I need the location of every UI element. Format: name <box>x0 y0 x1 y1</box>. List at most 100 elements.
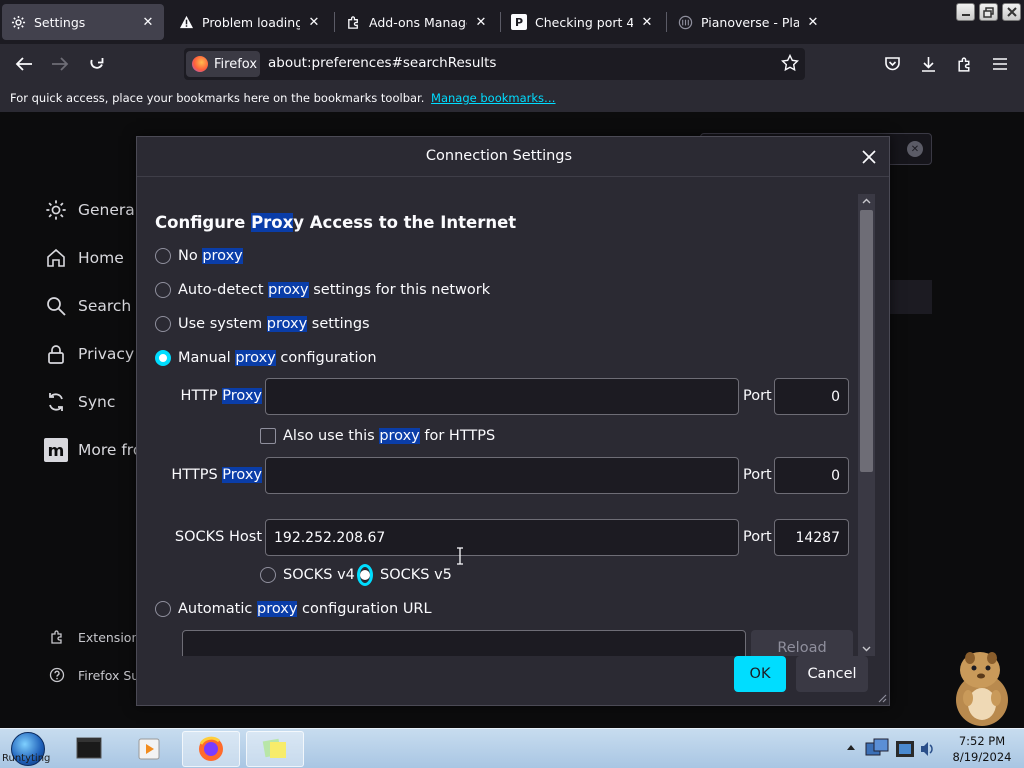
tab-pianoverse[interactable]: Pianoverse - Play pia ✕ <box>669 4 829 40</box>
firefox-icon <box>199 736 223 761</box>
sidebar-footer-firefox-support[interactable]: Firefox Su <box>48 666 139 684</box>
volume-icon[interactable] <box>918 739 936 759</box>
menu-icon[interactable] <box>986 50 1014 78</box>
puzzle-icon <box>345 14 361 30</box>
url-text: about:preferences#searchResults <box>268 55 497 71</box>
system-proxy-option[interactable]: Use system proxy settings <box>155 316 370 332</box>
dialog-title: Connection Settings <box>425 148 573 164</box>
sidebar-item-label: More fro <box>78 441 143 459</box>
scroll-thumb[interactable] <box>860 210 873 472</box>
sidebar-footer-extensions[interactable]: Extension <box>48 628 139 646</box>
dialog-scrollbar[interactable] <box>858 194 875 656</box>
no-proxy-radio[interactable] <box>155 248 171 264</box>
tab-problem-loading[interactable]: Problem loading pag ✕ <box>170 4 330 40</box>
manual-proxy-option[interactable]: Manual proxy configuration <box>155 350 377 366</box>
clear-search-icon[interactable]: ✕ <box>907 141 923 157</box>
manual-proxy-radio[interactable] <box>155 350 171 366</box>
socks-v4-option[interactable]: SOCKS v4 <box>260 567 355 583</box>
close-window-button[interactable] <box>1002 3 1021 21</box>
socks-host-label: SOCKS Host <box>174 529 262 545</box>
auto-detect-option[interactable]: Auto-detect proxy settings for this netw… <box>155 282 490 298</box>
tab-checking-port[interactable]: P Checking port 445 o ✕ <box>503 4 663 40</box>
manage-bookmarks-link[interactable]: Manage bookmarks… <box>431 91 556 105</box>
taskbar-terminal[interactable] <box>60 731 118 767</box>
sidebar-item-sync[interactable]: Sync <box>44 390 115 414</box>
sidebar-item-search[interactable]: Search <box>44 294 131 318</box>
taskbar-media-player[interactable] <box>120 731 178 767</box>
close-icon[interactable]: ✕ <box>140 14 156 30</box>
http-proxy-input[interactable] <box>265 378 739 415</box>
close-icon[interactable]: ✕ <box>805 14 821 30</box>
auto-proxy-url-input[interactable] <box>182 630 746 656</box>
socks-host-input[interactable]: 192.252.208.67 <box>265 519 739 556</box>
socks-v5-radio[interactable] <box>357 564 373 586</box>
navigation-toolbar: Firefox about:preferences#searchResults <box>0 44 1024 84</box>
sticky-notes-icon <box>262 738 286 758</box>
scroll-up-arrow-icon[interactable] <box>858 194 875 208</box>
section-title-text: y Access to the Internet <box>293 213 517 232</box>
sidebar-item-label: Sync <box>78 393 116 411</box>
reload-button[interactable]: Reload <box>751 630 853 656</box>
show-hidden-icons-icon[interactable] <box>846 743 856 751</box>
sidebar-footer-label: Firefox Su <box>78 667 140 683</box>
url-bar[interactable]: Firefox about:preferences#searchResults <box>184 48 805 80</box>
resize-grip-icon[interactable] <box>875 691 887 703</box>
also-https-checkbox[interactable] <box>260 428 276 444</box>
back-button[interactable] <box>10 50 38 78</box>
home-icon <box>44 246 68 270</box>
system-proxy-label: Use system proxy settings <box>178 316 370 332</box>
auto-proxy-url-option[interactable]: Automatic proxy configuration URL <box>155 601 432 617</box>
tab-title: Settings <box>34 14 86 30</box>
sync-icon <box>44 390 68 414</box>
search-highlight: Prox <box>251 213 294 232</box>
connection-settings-dialog: Connection Settings Configure Proxy Acce… <box>136 136 890 706</box>
auto-proxy-url-radio[interactable] <box>155 601 171 617</box>
network-icon[interactable] <box>864 737 890 761</box>
https-proxy-input[interactable] <box>265 457 739 494</box>
close-icon[interactable]: ✕ <box>639 14 655 30</box>
socks-v5-option[interactable]: SOCKS v5 <box>357 564 452 586</box>
section-title-text: Configure <box>155 213 252 232</box>
tab-separator <box>500 12 501 32</box>
close-dialog-button[interactable] <box>857 145 881 169</box>
downloads-icon[interactable] <box>914 50 942 78</box>
also-https-option[interactable]: Also use this proxy for HTTPS <box>260 428 495 444</box>
taskbar-firefox[interactable] <box>182 731 240 767</box>
auto-detect-radio[interactable] <box>155 282 171 298</box>
no-proxy-option[interactable]: No proxy <box>155 248 243 264</box>
forward-button[interactable] <box>46 50 74 78</box>
sidebar-item-more-from-mozilla[interactable]: m More fro <box>44 438 142 462</box>
scroll-down-arrow-icon[interactable] <box>858 642 875 656</box>
taskbar-clock[interactable]: 7:52 PM 8/19/2024 <box>940 733 1024 765</box>
ok-button[interactable]: OK <box>734 656 786 692</box>
tab-separator <box>334 12 335 32</box>
sidebar-item-home[interactable]: Home <box>44 246 124 270</box>
clip-region: Reload <box>137 178 857 656</box>
system-proxy-radio[interactable] <box>155 316 171 332</box>
puzzle-icon <box>48 628 66 646</box>
sidebar-item-general[interactable]: General <box>44 198 139 222</box>
cancel-button[interactable]: Cancel <box>796 656 868 692</box>
identity-box[interactable]: Firefox <box>186 51 260 77</box>
action-center-icon[interactable] <box>894 737 916 761</box>
reload-icon[interactable] <box>82 50 110 78</box>
tab-separator <box>666 12 667 32</box>
socks-port-input[interactable]: 14287 <box>774 519 849 556</box>
https-port-input[interactable]: 0 <box>774 457 849 494</box>
restore-button[interactable] <box>979 3 998 21</box>
system-tray: 7:52 PM 8/19/2024 <box>840 729 1024 768</box>
extensions-icon[interactable] <box>950 50 978 78</box>
tab-addons-manager[interactable]: Add-ons Manager ✕ <box>337 4 497 40</box>
terminal-icon <box>76 737 102 759</box>
close-icon[interactable]: ✕ <box>306 14 322 30</box>
no-proxy-label: No proxy <box>178 248 243 264</box>
star-icon[interactable] <box>780 53 800 76</box>
pocket-icon[interactable] <box>878 50 906 78</box>
close-icon[interactable]: ✕ <box>473 14 489 30</box>
minimize-button[interactable] <box>956 3 975 21</box>
http-port-input[interactable]: 0 <box>774 378 849 415</box>
taskbar-sticky-notes[interactable] <box>246 731 304 767</box>
tab-title: Add-ons Manager <box>369 14 467 30</box>
socks-v4-radio[interactable] <box>260 567 276 583</box>
tab-settings[interactable]: Settings ✕ <box>2 4 164 40</box>
